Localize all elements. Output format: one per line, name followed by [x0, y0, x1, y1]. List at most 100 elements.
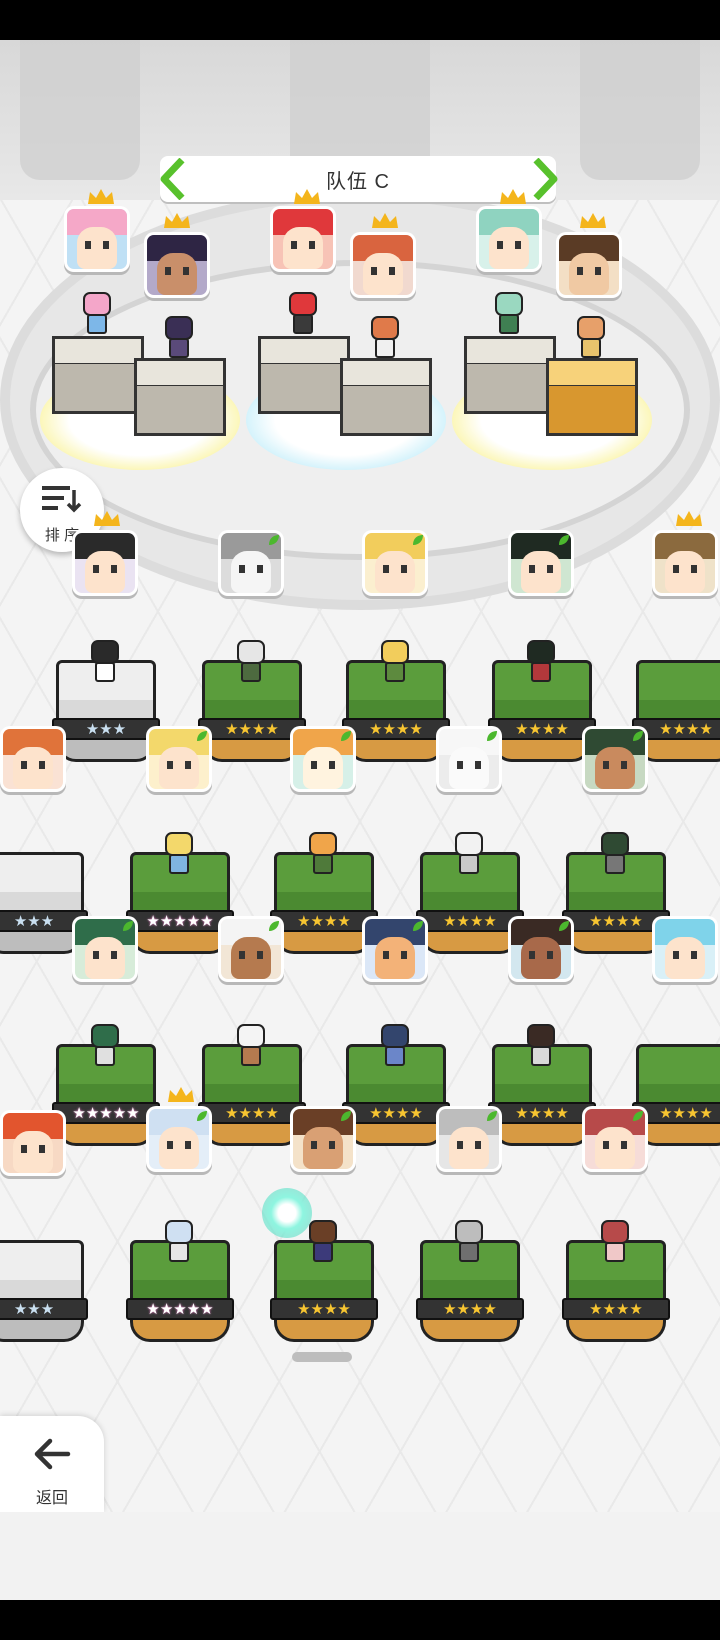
arrow-left-icon [34, 1438, 71, 1470]
team-pedestal[interactable] [52, 336, 144, 414]
hero-portrait[interactable] [144, 232, 210, 298]
crown-icon [164, 213, 190, 228]
hero-portrait[interactable] [362, 916, 428, 982]
hero-portrait[interactable] [0, 726, 66, 792]
hero-tile[interactable]: ★★★★ [632, 1044, 720, 1148]
leaf-badge-icon [123, 921, 133, 931]
crown-icon [372, 213, 398, 228]
hero-portrait[interactable] [64, 206, 130, 272]
star-rating: ★★★★ [416, 1298, 524, 1320]
star-rating: ★★★★ [488, 1102, 596, 1124]
hero-portrait[interactable] [582, 726, 648, 792]
star-rating: ★★★★ [270, 1298, 378, 1320]
star-rating: ★★★ [0, 1298, 88, 1320]
leaf-badge-icon [341, 1111, 351, 1121]
crown-icon [294, 189, 320, 204]
team-name-banner[interactable]: 队伍 C [160, 156, 556, 202]
crown-icon [580, 213, 606, 228]
hero-sprite [306, 1220, 340, 1264]
team-pedestal[interactable] [134, 358, 226, 436]
arena-pillar [20, 40, 140, 180]
hero-portrait[interactable] [556, 232, 622, 298]
hero-portrait[interactable] [146, 726, 212, 792]
hero-portrait[interactable] [582, 1106, 648, 1172]
crown-icon [168, 1087, 194, 1102]
hero-sprite [452, 1220, 486, 1264]
game-screen: 队伍 C 排 序 ★★★ ★★★★ ★★★★ ★★★★ ★★★★ ★★★ ★★★… [0, 40, 720, 1600]
hero-portrait[interactable] [652, 530, 718, 596]
hero-portrait[interactable] [350, 232, 416, 298]
hero-sprite [162, 832, 196, 876]
star-rating: ★★★★ [562, 1298, 670, 1320]
team-hero-sprite [80, 292, 114, 336]
star-rating: ★★★ [52, 718, 160, 740]
crown-icon [676, 511, 702, 526]
hero-portrait[interactable] [652, 916, 718, 982]
hero-sprite [598, 1220, 632, 1264]
hero-portrait[interactable] [290, 726, 356, 792]
hero-tile[interactable]: ★★★ [0, 1240, 88, 1344]
leaf-badge-icon [487, 1111, 497, 1121]
team-hero-sprite [368, 316, 402, 360]
hero-portrait[interactable] [290, 1106, 356, 1172]
team-hero-sprite [162, 316, 196, 360]
team-pedestal[interactable] [464, 336, 556, 414]
hero-portrait[interactable] [218, 916, 284, 982]
previous-team-arrow-icon[interactable] [158, 158, 188, 200]
leaf-badge-icon [633, 731, 643, 741]
sort-descending-icon [42, 486, 82, 513]
hero-sprite [452, 832, 486, 876]
leaf-badge-icon [197, 731, 207, 741]
hero-portrait[interactable] [218, 530, 284, 596]
team-pedestal[interactable] [546, 358, 638, 436]
leaf-badge-icon [413, 921, 423, 931]
crown-icon [88, 189, 114, 204]
hero-sprite [162, 1220, 196, 1264]
hero-portrait[interactable] [436, 1106, 502, 1172]
leaf-badge-icon [559, 921, 569, 931]
hero-sprite [598, 832, 632, 876]
leaf-badge-icon [341, 731, 351, 741]
sheet-grab-handle[interactable] [292, 1352, 352, 1362]
star-rating: ★★★★★ [52, 1102, 160, 1124]
hero-sprite [234, 1024, 268, 1068]
hero-portrait[interactable] [476, 206, 542, 272]
hero-portrait[interactable] [72, 530, 138, 596]
team-pedestal[interactable] [340, 358, 432, 436]
hero-portrait[interactable] [362, 530, 428, 596]
back-button[interactable]: 返回 [0, 1416, 104, 1512]
hero-portrait[interactable] [0, 1110, 66, 1176]
hero-sprite [378, 1024, 412, 1068]
team-hero-sprite [286, 292, 320, 336]
team-pedestal[interactable] [258, 336, 350, 414]
hero-tile[interactable]: ★★★★ [632, 660, 720, 764]
team-hero-sprite [574, 316, 608, 360]
hero-sprite [88, 640, 122, 684]
leaf-badge-icon [633, 1111, 643, 1121]
arena-pillar [580, 40, 700, 180]
leaf-badge-icon [413, 535, 423, 545]
bottom-bar [0, 1512, 720, 1600]
hero-portrait[interactable] [146, 1106, 212, 1172]
hero-portrait[interactable] [436, 726, 502, 792]
hero-portrait[interactable] [72, 916, 138, 982]
star-rating: ★★★★ [342, 1102, 450, 1124]
team-hero-sprite [492, 292, 526, 336]
back-label: 返回 [35, 1490, 68, 1507]
next-team-arrow-icon[interactable] [530, 158, 560, 200]
hero-portrait[interactable] [508, 530, 574, 596]
hero-sprite [524, 1024, 558, 1068]
leaf-badge-icon [269, 921, 279, 931]
leaf-badge-icon [559, 535, 569, 545]
team-name: 队伍 C [326, 170, 390, 193]
selection-sparkle [262, 1188, 312, 1238]
star-rating: ★★★★ [342, 718, 450, 740]
hero-portrait[interactable] [508, 916, 574, 982]
hero-portrait[interactable] [270, 206, 336, 272]
star-rating: ★★★★ [488, 718, 596, 740]
crown-icon [500, 189, 526, 204]
hero-sprite [88, 1024, 122, 1068]
hero-sprite [306, 832, 340, 876]
hero-sprite [234, 640, 268, 684]
hero-sprite [524, 640, 558, 684]
